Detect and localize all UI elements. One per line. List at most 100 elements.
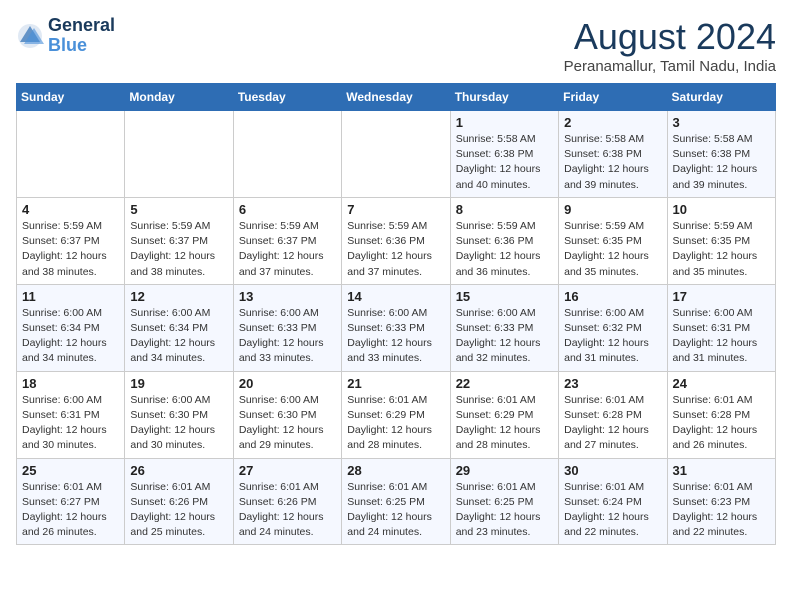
calendar-cell: 24 Sunrise: 6:01 AM Sunset: 6:28 PM Dayli…: [667, 371, 775, 458]
day-number: 8: [456, 202, 553, 217]
day-info: Sunrise: 5:58 AM Sunset: 6:38 PM Dayligh…: [456, 132, 553, 193]
calendar-cell: 15 Sunrise: 6:00 AM Sunset: 6:33 PM Dayli…: [450, 284, 558, 371]
day-number: 2: [564, 115, 661, 130]
page-header: General Blue August 2024 Peranamallur, T…: [16, 16, 776, 75]
day-number: 12: [130, 289, 227, 304]
day-number: 15: [456, 289, 553, 304]
day-info: Sunrise: 5:58 AM Sunset: 6:38 PM Dayligh…: [564, 132, 661, 193]
calendar-cell: 10 Sunrise: 5:59 AM Sunset: 6:35 PM Dayli…: [667, 197, 775, 284]
calendar-cell: [17, 111, 125, 198]
calendar-header-friday: Friday: [559, 84, 667, 111]
calendar-cell: 17 Sunrise: 6:00 AM Sunset: 6:31 PM Dayli…: [667, 284, 775, 371]
calendar-cell: 31 Sunrise: 6:01 AM Sunset: 6:23 PM Dayli…: [667, 458, 775, 545]
calendar-week-row: 25 Sunrise: 6:01 AM Sunset: 6:27 PM Dayli…: [17, 458, 776, 545]
calendar-cell: 16 Sunrise: 6:00 AM Sunset: 6:32 PM Dayli…: [559, 284, 667, 371]
day-number: 20: [239, 376, 336, 391]
logo-line2: Blue: [48, 36, 115, 56]
day-number: 31: [673, 463, 770, 478]
location-subtitle: Peranamallur, Tamil Nadu, India: [564, 58, 776, 75]
calendar-cell: 18 Sunrise: 6:00 AM Sunset: 6:31 PM Dayli…: [17, 371, 125, 458]
day-info: Sunrise: 5:59 AM Sunset: 6:35 PM Dayligh…: [673, 219, 770, 280]
calendar-header-tuesday: Tuesday: [233, 84, 341, 111]
calendar-week-row: 4 Sunrise: 5:59 AM Sunset: 6:37 PM Daylig…: [17, 197, 776, 284]
day-info: Sunrise: 5:59 AM Sunset: 6:36 PM Dayligh…: [456, 219, 553, 280]
day-number: 6: [239, 202, 336, 217]
day-number: 26: [130, 463, 227, 478]
day-number: 7: [347, 202, 444, 217]
calendar-cell: 2 Sunrise: 5:58 AM Sunset: 6:38 PM Daylig…: [559, 111, 667, 198]
day-number: 9: [564, 202, 661, 217]
calendar-cell: 4 Sunrise: 5:59 AM Sunset: 6:37 PM Daylig…: [17, 197, 125, 284]
day-info: Sunrise: 6:01 AM Sunset: 6:24 PM Dayligh…: [564, 480, 661, 541]
day-number: 22: [456, 376, 553, 391]
calendar-cell: 9 Sunrise: 5:59 AM Sunset: 6:35 PM Daylig…: [559, 197, 667, 284]
calendar-cell: 21Sunrise: 6:01 AM Sunset: 6:29 PM Dayli…: [342, 371, 450, 458]
day-info: Sunrise: 5:59 AM Sunset: 6:37 PM Dayligh…: [22, 219, 119, 280]
day-number: 27: [239, 463, 336, 478]
calendar-week-row: 11Sunrise: 6:00 AM Sunset: 6:34 PM Dayli…: [17, 284, 776, 371]
day-number: 24: [673, 376, 770, 391]
calendar-body: 1Sunrise: 5:58 AM Sunset: 6:38 PM Daylig…: [17, 111, 776, 545]
calendar-cell: 20 Sunrise: 6:00 AM Sunset: 6:30 PM Dayli…: [233, 371, 341, 458]
calendar-cell: 13 Sunrise: 6:00 AM Sunset: 6:33 PM Dayli…: [233, 284, 341, 371]
day-info: Sunrise: 6:00 AM Sunset: 6:33 PM Dayligh…: [456, 306, 553, 367]
calendar-header-row: SundayMondayTuesdayWednesdayThursdayFrid…: [17, 84, 776, 111]
calendar-cell: 5 Sunrise: 5:59 AM Sunset: 6:37 PM Daylig…: [125, 197, 233, 284]
day-number: 5: [130, 202, 227, 217]
calendar-cell: 6 Sunrise: 5:59 AM Sunset: 6:37 PM Daylig…: [233, 197, 341, 284]
calendar-header-wednesday: Wednesday: [342, 84, 450, 111]
calendar-week-row: 18 Sunrise: 6:00 AM Sunset: 6:31 PM Dayli…: [17, 371, 776, 458]
day-number: 29: [456, 463, 553, 478]
calendar-cell: 14Sunrise: 6:00 AM Sunset: 6:33 PM Dayli…: [342, 284, 450, 371]
calendar-header-saturday: Saturday: [667, 84, 775, 111]
day-number: 13: [239, 289, 336, 304]
calendar-cell: 12Sunrise: 6:00 AM Sunset: 6:34 PM Dayli…: [125, 284, 233, 371]
calendar-cell: 19Sunrise: 6:00 AM Sunset: 6:30 PM Dayli…: [125, 371, 233, 458]
day-info: Sunrise: 5:59 AM Sunset: 6:37 PM Dayligh…: [130, 219, 227, 280]
day-info: Sunrise: 6:01 AM Sunset: 6:28 PM Dayligh…: [673, 393, 770, 454]
day-number: 17: [673, 289, 770, 304]
day-info: Sunrise: 6:01 AM Sunset: 6:26 PM Dayligh…: [130, 480, 227, 541]
logo-line1: General: [48, 16, 115, 36]
day-info: Sunrise: 5:58 AM Sunset: 6:38 PM Dayligh…: [673, 132, 770, 193]
day-number: 16: [564, 289, 661, 304]
day-info: Sunrise: 6:00 AM Sunset: 6:31 PM Dayligh…: [22, 393, 119, 454]
day-info: Sunrise: 6:00 AM Sunset: 6:31 PM Dayligh…: [673, 306, 770, 367]
calendar-header-sunday: Sunday: [17, 84, 125, 111]
calendar-cell: [233, 111, 341, 198]
day-info: Sunrise: 6:01 AM Sunset: 6:27 PM Dayligh…: [22, 480, 119, 541]
day-number: 30: [564, 463, 661, 478]
day-info: Sunrise: 5:59 AM Sunset: 6:37 PM Dayligh…: [239, 219, 336, 280]
day-info: Sunrise: 6:01 AM Sunset: 6:25 PM Dayligh…: [456, 480, 553, 541]
logo-text: General Blue: [48, 16, 115, 56]
day-number: 28: [347, 463, 444, 478]
calendar-cell: [125, 111, 233, 198]
day-number: 18: [22, 376, 119, 391]
day-number: 23: [564, 376, 661, 391]
day-info: Sunrise: 6:00 AM Sunset: 6:33 PM Dayligh…: [347, 306, 444, 367]
day-info: Sunrise: 5:59 AM Sunset: 6:35 PM Dayligh…: [564, 219, 661, 280]
calendar-cell: 11Sunrise: 6:00 AM Sunset: 6:34 PM Dayli…: [17, 284, 125, 371]
calendar-cell: 30 Sunrise: 6:01 AM Sunset: 6:24 PM Dayli…: [559, 458, 667, 545]
day-number: 10: [673, 202, 770, 217]
calendar-cell: 23 Sunrise: 6:01 AM Sunset: 6:28 PM Dayli…: [559, 371, 667, 458]
day-info: Sunrise: 6:01 AM Sunset: 6:26 PM Dayligh…: [239, 480, 336, 541]
calendar-table: SundayMondayTuesdayWednesdayThursdayFrid…: [16, 83, 776, 545]
day-info: Sunrise: 6:00 AM Sunset: 6:30 PM Dayligh…: [239, 393, 336, 454]
calendar-cell: 26 Sunrise: 6:01 AM Sunset: 6:26 PM Dayli…: [125, 458, 233, 545]
day-info: Sunrise: 6:01 AM Sunset: 6:29 PM Dayligh…: [456, 393, 553, 454]
day-info: Sunrise: 6:00 AM Sunset: 6:33 PM Dayligh…: [239, 306, 336, 367]
day-info: Sunrise: 6:01 AM Sunset: 6:28 PM Dayligh…: [564, 393, 661, 454]
calendar-cell: [342, 111, 450, 198]
calendar-week-row: 1Sunrise: 5:58 AM Sunset: 6:38 PM Daylig…: [17, 111, 776, 198]
calendar-cell: 8 Sunrise: 5:59 AM Sunset: 6:36 PM Daylig…: [450, 197, 558, 284]
day-number: 4: [22, 202, 119, 217]
calendar-cell: 22 Sunrise: 6:01 AM Sunset: 6:29 PM Dayli…: [450, 371, 558, 458]
day-info: Sunrise: 6:01 AM Sunset: 6:23 PM Dayligh…: [673, 480, 770, 541]
calendar-header-thursday: Thursday: [450, 84, 558, 111]
day-number: 11: [22, 289, 119, 304]
calendar-cell: 25 Sunrise: 6:01 AM Sunset: 6:27 PM Dayli…: [17, 458, 125, 545]
day-number: 25: [22, 463, 119, 478]
title-section: August 2024 Peranamallur, Tamil Nadu, In…: [564, 16, 776, 75]
day-info: Sunrise: 6:00 AM Sunset: 6:32 PM Dayligh…: [564, 306, 661, 367]
